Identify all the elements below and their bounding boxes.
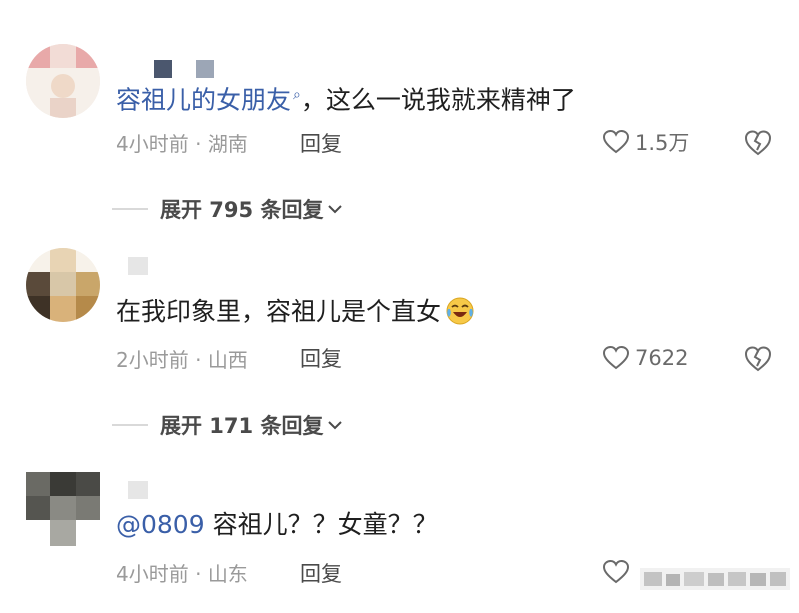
heart-outline-icon — [603, 130, 629, 154]
like-count: 1.5万 — [635, 131, 690, 155]
divider-line — [112, 424, 148, 426]
avatar[interactable] — [26, 248, 100, 322]
comment-meta: 4小时前 · 山东 — [116, 558, 248, 587]
heart-outline-icon — [603, 346, 629, 370]
reply-button[interactable]: 回复 — [300, 128, 342, 158]
username-blurred — [154, 60, 214, 78]
comment-text: 在我印象里，容祖儿是个直女 — [116, 296, 475, 327]
search-icon[interactable]: ⌕ — [293, 87, 301, 103]
comment-time: 4小时前 — [116, 132, 189, 156]
comment-location: 湖南 — [207, 132, 248, 156]
comment-time: 2小时前 — [116, 348, 189, 372]
heart-outline-icon — [603, 560, 629, 584]
meta-separator: · — [188, 348, 208, 372]
like-button[interactable] — [603, 557, 629, 587]
comment-text: 容祖儿的女朋友 ⌕，这么一说我就来精神了 — [116, 80, 576, 115]
broken-heart-outline-icon[interactable] — [744, 345, 772, 373]
reply-button[interactable]: 回复 — [300, 343, 342, 373]
comment-text-rest: ，这么一说我就来精神了 — [300, 85, 576, 115]
chevron-down-icon — [328, 421, 343, 430]
like-button[interactable]: 7622 — [603, 343, 688, 373]
expand-replies-button[interactable]: 展开 171 条回复 — [112, 410, 343, 440]
crying-laughing-emoji-icon — [446, 297, 474, 325]
comment-meta: 2小时前 · 山西 — [116, 344, 248, 373]
meta-separator: · — [188, 562, 208, 586]
watermark-blurred — [640, 568, 790, 590]
expand-replies-label: 展开 171 条回复 — [160, 414, 324, 438]
comment-text: @0809 容祖儿？？女童？？ — [116, 510, 438, 540]
reply-button[interactable]: 回复 — [300, 558, 342, 588]
comment-location: 山东 — [207, 562, 248, 586]
mention-link[interactable]: @0809 — [116, 510, 205, 539]
username-blurred — [128, 481, 148, 499]
like-button[interactable]: 1.5万 — [603, 127, 689, 157]
expand-replies-button[interactable]: 展开 795 条回复 — [112, 194, 343, 224]
comment-location: 山西 — [207, 348, 248, 372]
divider-line — [112, 208, 148, 210]
avatar[interactable] — [26, 472, 100, 546]
comment-text-body: 容祖儿？？女童？？ — [204, 510, 438, 539]
meta-separator: · — [188, 132, 208, 156]
expand-replies-label: 展开 795 条回复 — [160, 198, 324, 222]
username-blurred — [128, 257, 148, 275]
comment-meta: 4小时前 · 湖南 — [116, 128, 248, 157]
comment-text-body: 在我印象里，容祖儿是个直女 — [116, 297, 442, 326]
linked-text[interactable]: 容祖儿的女朋友 — [116, 85, 291, 114]
comment-time: 4小时前 — [116, 562, 189, 586]
broken-heart-outline-icon[interactable] — [744, 129, 772, 157]
like-count: 7622 — [635, 346, 689, 370]
chevron-down-icon — [328, 205, 343, 214]
avatar[interactable] — [26, 44, 100, 118]
